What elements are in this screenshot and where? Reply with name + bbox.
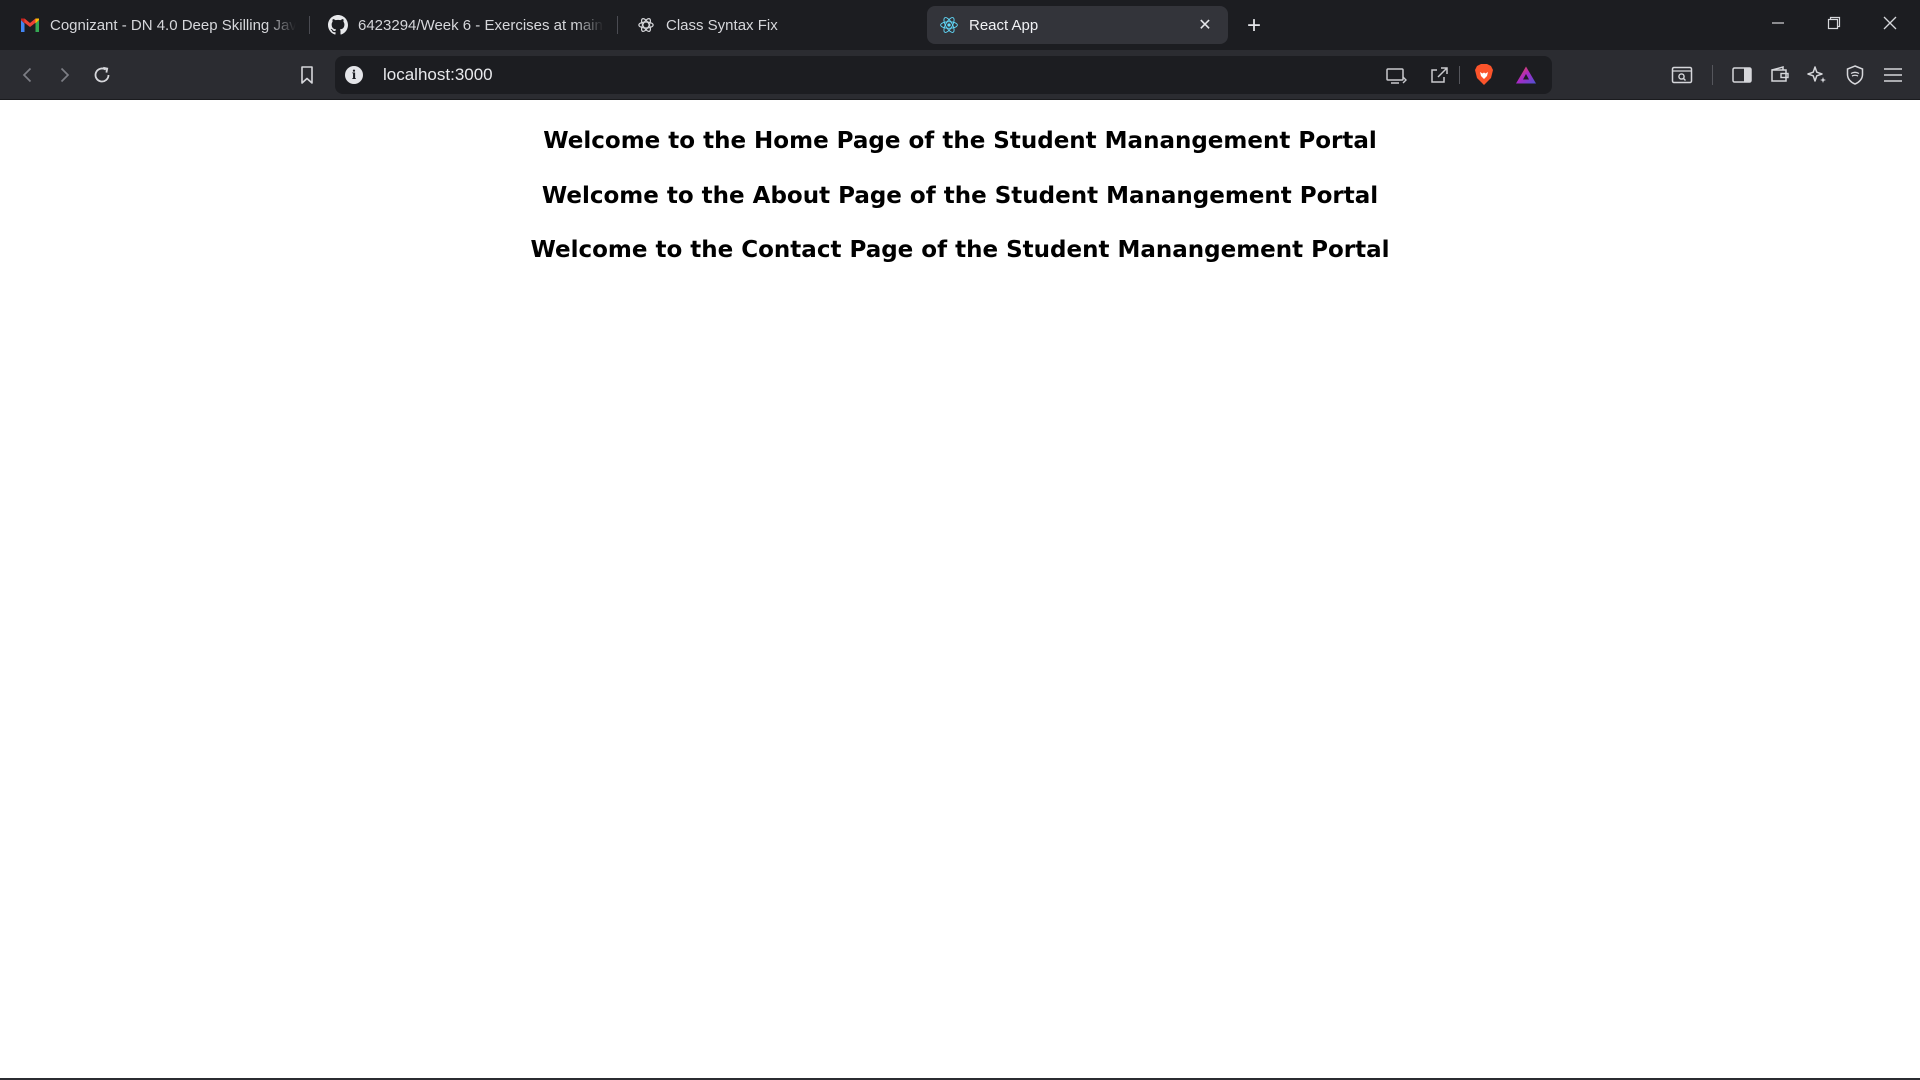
tab-separator (617, 16, 618, 34)
wallet-icon (1771, 66, 1789, 82)
forward-button[interactable] (49, 60, 79, 90)
reload-icon (94, 66, 110, 83)
sparkle-ai-icon (1807, 66, 1826, 83)
site-info-icon[interactable]: i (345, 66, 363, 84)
shield-icon (1846, 65, 1864, 85)
tab-strip: Cognizant - DN 4.0 Deep Skilling Java FS… (0, 0, 1920, 50)
react-icon (939, 15, 959, 35)
about-heading: Welcome to the About Page of the Student… (541, 183, 1379, 209)
brave-shields-button[interactable] (1470, 61, 1498, 89)
tab-title: Cognizant - DN 4.0 Deep Skilling Java FS… (50, 16, 296, 34)
share-button[interactable] (1425, 61, 1453, 89)
back-button[interactable] (13, 60, 43, 90)
bookmark-button[interactable] (292, 60, 322, 90)
github-icon (328, 15, 348, 35)
address-text[interactable]: localhost:3000 (383, 65, 493, 85)
page-viewport: Welcome to the Home Page of the Student … (0, 101, 1920, 1079)
close-tab-button[interactable]: ✕ (1194, 14, 1216, 36)
tab-title: 6423294/Week 6 - Exercises at main · Git… (358, 16, 604, 34)
chevron-right-icon (60, 67, 70, 83)
sidebar-icon (1732, 67, 1752, 83)
share-icon (1431, 67, 1448, 83)
minimize-icon (1772, 22, 1784, 24)
main-menu-button[interactable] (1878, 60, 1908, 90)
toolbar-divider (1712, 65, 1713, 85)
hamburger-menu-icon (1884, 68, 1902, 82)
rewards-triangle-icon (1516, 66, 1536, 84)
tab-title: Class Syntax Fix (666, 16, 778, 34)
tab-react-app-active[interactable]: React App ✕ (927, 6, 1228, 44)
vpn-button[interactable] (1840, 60, 1870, 90)
restore-icon (1827, 16, 1841, 30)
cast-button[interactable] (1382, 61, 1410, 89)
close-window-button[interactable] (1862, 0, 1918, 46)
home-heading: Welcome to the Home Page of the Student … (543, 128, 1377, 154)
cast-icon (1386, 68, 1407, 84)
address-bar-divider (1459, 66, 1460, 84)
brave-rewards-button[interactable] (1512, 61, 1540, 89)
close-icon (1883, 16, 1897, 30)
leo-ai-button[interactable] (1802, 60, 1832, 90)
minimize-window-button[interactable] (1750, 0, 1806, 46)
browser-toolbar: i localhost:3000 (0, 50, 1920, 100)
search-page-icon (1671, 66, 1693, 84)
wallet-button[interactable] (1765, 60, 1795, 90)
restore-window-button[interactable] (1806, 0, 1862, 46)
reader-mode-button[interactable] (1667, 60, 1697, 90)
tab-github[interactable]: 6423294/Week 6 - Exercises at main · Git… (316, 6, 616, 44)
tab-gmail[interactable]: Cognizant - DN 4.0 Deep Skilling Java FS… (8, 6, 308, 44)
contact-heading: Welcome to the Contact Page of the Stude… (530, 237, 1390, 263)
brave-lion-icon (1475, 64, 1493, 85)
tab-title: React App (969, 16, 1039, 34)
reload-button[interactable] (87, 60, 117, 90)
chatgpt-icon (636, 15, 656, 35)
bookmark-icon (301, 66, 313, 84)
gmail-icon (20, 15, 40, 35)
new-tab-button[interactable]: + (1240, 12, 1268, 40)
chevron-left-icon (22, 67, 32, 83)
address-bar[interactable]: i localhost:3000 (335, 56, 1552, 94)
tab-separator (309, 16, 310, 34)
tab-chatgpt[interactable]: Class Syntax Fix (624, 6, 924, 44)
sidebar-toggle-button[interactable] (1727, 60, 1757, 90)
